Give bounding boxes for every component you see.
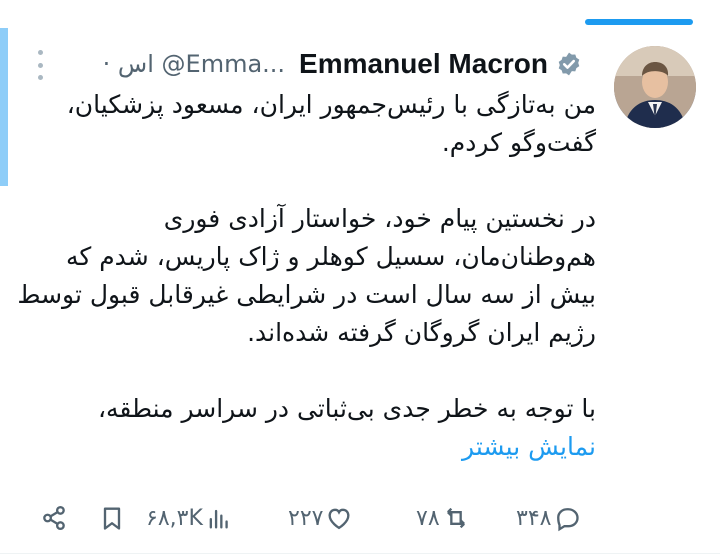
share-button[interactable] — [40, 498, 68, 538]
more-options-icon[interactable] — [30, 50, 50, 80]
show-more-link[interactable]: نمایش بیشتر — [16, 428, 596, 466]
like-button[interactable]: ۲۲۷ — [288, 498, 353, 538]
retweet-button[interactable]: ۷۸ — [416, 498, 470, 538]
tweet-paragraph-1: من به‌تازگی با رئیس‌جمهور ایران، مسعود پ… — [66, 90, 596, 157]
scroll-indicator — [585, 19, 693, 25]
tweet-paragraph-3: با توجه به خطر جدی بی‌ثباتی در سراسر منط… — [97, 394, 596, 423]
thread-accent-bar — [0, 28, 8, 186]
tweet-header: · اس @Emma... Emmanuel Macron — [103, 48, 582, 80]
tweet-time: · اس — [102, 50, 154, 78]
author-name[interactable]: Emmanuel Macron — [299, 48, 548, 80]
avatar[interactable] — [614, 46, 696, 128]
tweet-text: من به‌تازگی با رئیس‌جمهور ایران، مسعود پ… — [16, 86, 596, 466]
bookmark-icon — [103, 507, 121, 530]
retweet-count: ۷۸ — [416, 505, 440, 531]
bookmark-button[interactable] — [98, 498, 126, 538]
reply-button[interactable]: ۳۴۸ — [516, 498, 581, 538]
tweet-actions: ۳۴۸ ۷۸ ۲۲۷ ۶۸,۳K — [0, 498, 720, 538]
author-handle[interactable]: @Emma... — [162, 50, 286, 78]
handle-and-time: · اس @Emma... — [103, 50, 285, 78]
verified-badge-icon — [558, 52, 580, 76]
tweet-paragraph-2: در نخستین پیام خود، خواستار آزادی فوری ه… — [17, 204, 596, 347]
share-icon — [43, 505, 65, 531]
views-count: ۶۸,۳K — [146, 505, 203, 531]
heart-icon — [328, 508, 350, 530]
reply-count: ۳۴۸ — [516, 505, 552, 531]
views-button[interactable]: ۶۸,۳K — [146, 498, 233, 538]
retweet-icon — [446, 507, 465, 529]
analytics-icon — [209, 509, 228, 529]
reply-icon — [557, 508, 580, 532]
like-count: ۲۲۷ — [288, 505, 324, 531]
